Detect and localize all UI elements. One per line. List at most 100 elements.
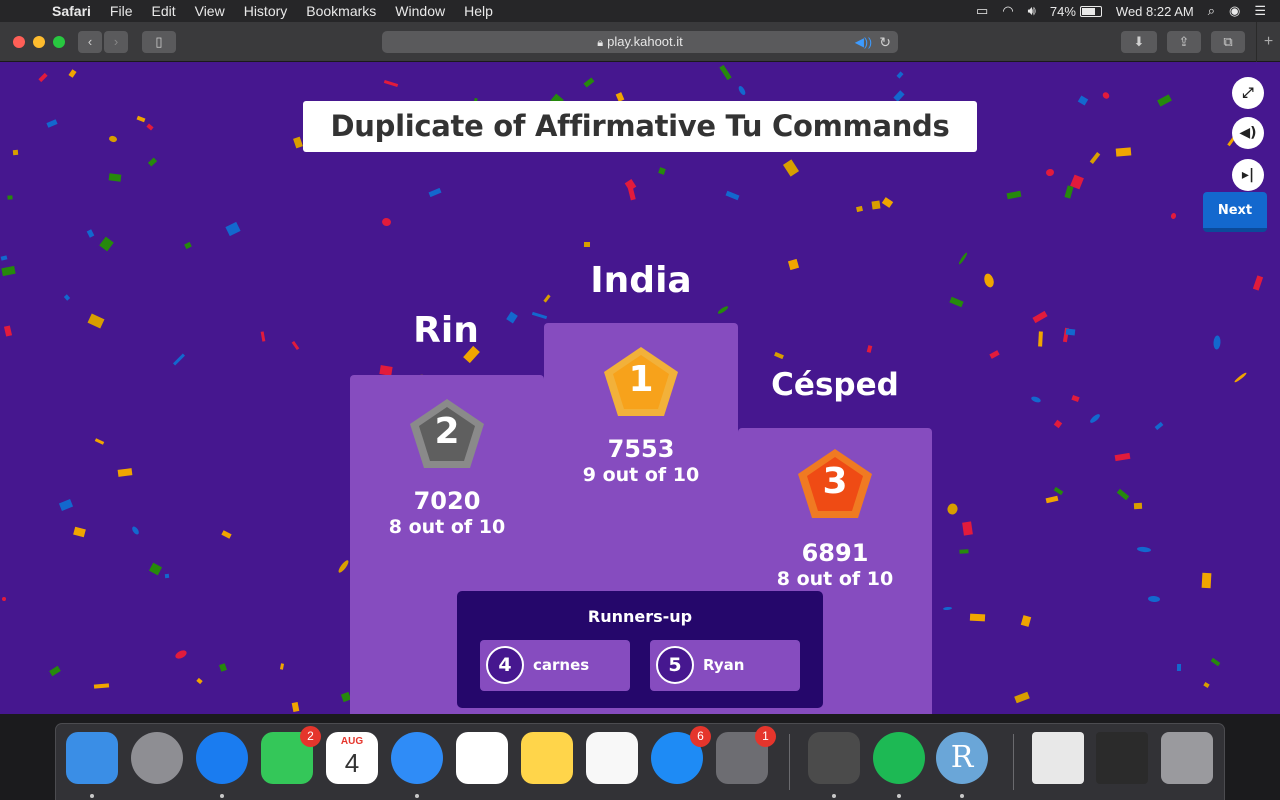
clock[interactable]: Wed 8:22 AM: [1116, 4, 1194, 19]
confetti-piece: [1115, 147, 1132, 157]
tabs-icon: ⧉: [1223, 34, 1233, 49]
confetti-piece: [866, 345, 873, 353]
confetti-piece: [7, 195, 13, 200]
battery-percent[interactable]: 74%: [1050, 4, 1076, 19]
finder-icon[interactable]: [66, 732, 118, 784]
new-tab-button[interactable]: +: [1256, 22, 1280, 62]
fullscreen-button[interactable]: ⤢: [1232, 77, 1264, 109]
third-place-rank: 3: [822, 461, 848, 502]
volume-icon[interactable]: 🔊︎: [1028, 3, 1036, 19]
back-button[interactable]: ‹: [78, 31, 102, 53]
tab-overview-button[interactable]: ⧉: [1211, 31, 1245, 53]
confetti-piece: [719, 64, 732, 81]
mute-button[interactable]: ◀): [1232, 117, 1264, 149]
confetti-piece: [291, 340, 300, 351]
preview-window-icon[interactable]: [1032, 732, 1084, 784]
confetti-piece: [1201, 572, 1212, 589]
runners-up-title: Runners-up: [587, 607, 693, 626]
safari-icon[interactable]: [196, 732, 248, 784]
confetti-piece: [58, 499, 74, 511]
menu-edit[interactable]: Edit: [151, 0, 175, 22]
confetti-piece: [583, 77, 595, 88]
confetti-piece: [982, 272, 996, 289]
notes-icon[interactable]: [521, 732, 573, 784]
spotify-icon[interactable]: [873, 732, 925, 784]
audio-playing-icon[interactable]: ◀)): [855, 31, 872, 53]
reminders-icon[interactable]: [456, 732, 508, 784]
third-place-name: Césped: [771, 367, 899, 403]
reload-icon[interactable]: ↻: [879, 31, 891, 53]
confetti-piece: [1176, 663, 1182, 672]
second-place-rank: 2: [434, 411, 460, 452]
menu-file[interactable]: File: [110, 0, 133, 22]
forward-button[interactable]: ›: [104, 31, 128, 53]
r-letter: R: [950, 740, 974, 775]
menu-window[interactable]: Window: [395, 0, 445, 22]
messages-icon[interactable]: [391, 732, 443, 784]
downloads-button[interactable]: ⬇: [1121, 31, 1157, 53]
silver-medal-badge: 2: [407, 396, 487, 472]
confetti-piece: [174, 648, 188, 661]
airplay-icon[interactable]: ▭: [976, 3, 988, 19]
minimize-window-button[interactable]: [33, 36, 45, 48]
trash-icon[interactable]: [1161, 732, 1213, 784]
first-place-correct: 9 out of 10: [582, 464, 700, 486]
menu-app-name[interactable]: Safari: [52, 0, 91, 22]
confetti-piece: [1053, 419, 1063, 429]
confetti-piece: [108, 135, 118, 143]
confetti-piece: [1203, 681, 1210, 689]
confetti-piece: [959, 549, 969, 554]
confetti-piece: [725, 190, 740, 201]
launchpad-icon[interactable]: [131, 732, 183, 784]
fullscreen-icon: ⤢: [1242, 85, 1254, 101]
runner-up-rank: 4: [486, 646, 524, 684]
second-place-name: Rin: [413, 310, 479, 351]
spotlight-icon[interactable]: ⌕: [1208, 3, 1215, 19]
share-button[interactable]: ⇪: [1167, 31, 1201, 53]
confetti-piece: [94, 438, 105, 445]
sidebar-toggle-button[interactable]: ▯: [142, 31, 176, 53]
confetti-piece: [1114, 452, 1131, 462]
url-text: play.kahoot.it: [607, 34, 683, 49]
confetti-piece: [99, 236, 114, 252]
confetti-piece: [1020, 615, 1032, 627]
app-store-icon[interactable]: 6: [651, 726, 711, 784]
system-preferences-icon[interactable]: 1: [716, 726, 776, 784]
confetti-piece: [219, 663, 227, 672]
confetti-piece: [1147, 595, 1161, 603]
news-icon[interactable]: [586, 732, 638, 784]
confetti-piece: [962, 521, 973, 536]
skip-music-button[interactable]: ▸|: [1232, 159, 1264, 191]
confetti-piece: [1030, 395, 1042, 404]
menu-view[interactable]: View: [195, 0, 225, 22]
menu-history[interactable]: History: [244, 0, 288, 22]
next-button[interactable]: Next: [1203, 192, 1267, 232]
wifi-icon[interactable]: ◠: [1002, 3, 1013, 19]
siri-icon[interactable]: ◉: [1229, 3, 1240, 19]
dock-separator: [1013, 734, 1014, 790]
confetti-piece: [1065, 328, 1076, 336]
confetti-piece: [949, 296, 964, 308]
battery-icon[interactable]: [1079, 5, 1102, 17]
sublime-text-icon[interactable]: [808, 732, 860, 784]
chevron-right-icon: ›: [113, 34, 119, 49]
first-place-score: 7553: [607, 435, 675, 463]
confetti-piece: [1233, 371, 1248, 384]
running-indicator: [832, 794, 836, 798]
address-bar[interactable]: 🔒︎ play.kahoot.it ◀)) ↻: [382, 31, 898, 53]
r-icon[interactable]: R: [936, 732, 988, 784]
close-window-button[interactable]: [13, 36, 25, 48]
confetti-piece: [93, 683, 110, 689]
facetime-icon[interactable]: 2: [261, 726, 321, 784]
chevron-left-icon: ‹: [87, 34, 93, 49]
calendar-icon[interactable]: AUG 4: [326, 732, 378, 784]
confetti-piece: [196, 677, 203, 685]
zoom-window-button[interactable]: [53, 36, 65, 48]
terminal-window-icon[interactable]: [1096, 732, 1148, 784]
confetti-piece: [146, 123, 154, 131]
notification-center-icon[interactable]: ☰: [1254, 3, 1266, 19]
kahoot-podium-page: Duplicate of Affirmative Tu Commands ⤢ ◀…: [0, 62, 1280, 714]
confetti-piece: [716, 304, 730, 316]
menu-help[interactable]: Help: [464, 0, 493, 22]
menu-bookmarks[interactable]: Bookmarks: [306, 0, 376, 22]
